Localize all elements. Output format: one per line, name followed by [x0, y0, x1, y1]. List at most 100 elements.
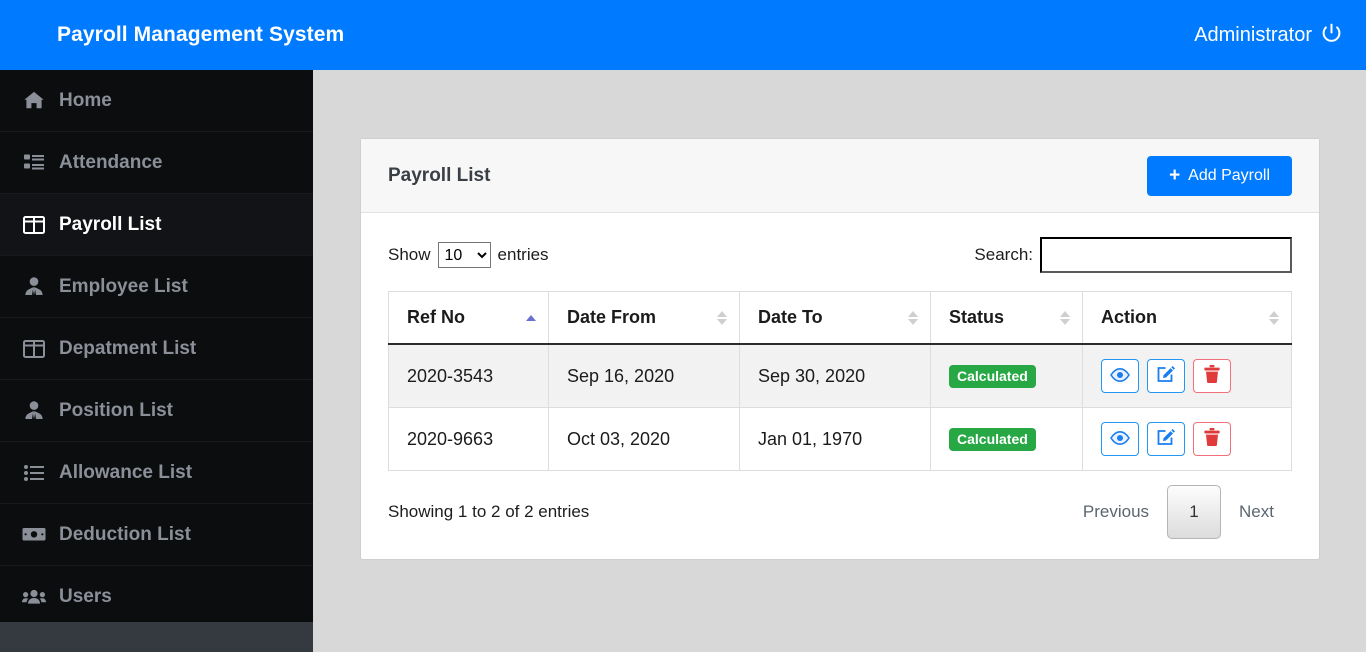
row-actions	[1101, 359, 1273, 393]
table-controls: Show 10 25 50 100 entries Search:	[388, 237, 1292, 273]
table-body: 2020-3543 Sep 16, 2020 Sep 30, 2020 Calc…	[388, 344, 1292, 471]
pagination: Previous 1 Next	[1065, 485, 1292, 539]
search-input[interactable]	[1040, 237, 1292, 273]
sidebar-item-deduction-list[interactable]: Deduction List	[0, 504, 313, 566]
column-header-date-from[interactable]: Date From	[548, 291, 740, 345]
trash-icon	[1204, 427, 1220, 451]
sidebar-item-label: Home	[59, 89, 112, 111]
app-brand-title: Payroll Management System	[57, 23, 345, 46]
table-header-row: Ref No Date From Date To Status Action	[388, 291, 1292, 345]
delete-button[interactable]	[1193, 359, 1231, 393]
cell-status: Calculated	[930, 344, 1083, 408]
payroll-table: Ref No Date From Date To Status Action 2…	[388, 291, 1292, 471]
power-icon[interactable]	[1321, 22, 1342, 49]
users-icon	[22, 586, 46, 608]
pagination-previous[interactable]: Previous	[1065, 502, 1167, 522]
column-label: Status	[949, 307, 1005, 327]
sort-indicator-action	[1269, 310, 1279, 325]
sort-indicator-status	[1060, 310, 1070, 325]
sort-desc-icon	[1269, 318, 1279, 325]
column-header-action[interactable]: Action	[1082, 291, 1292, 345]
column-label: Action	[1101, 307, 1157, 327]
main-content: Payroll List + Add Payroll Show 10 25 50…	[313, 70, 1366, 652]
sidebar-item-label: Users	[59, 585, 112, 607]
sidebar-item-label: Attendance	[59, 151, 163, 173]
delete-button[interactable]	[1193, 422, 1231, 456]
column-label: Date From	[567, 307, 657, 327]
sort-indicator-ref-no	[526, 314, 536, 321]
column-header-ref-no[interactable]: Ref No	[388, 291, 549, 345]
sort-asc-icon	[1269, 310, 1279, 317]
status-badge: Calculated	[949, 427, 1036, 451]
sidebar-item-label: Employee List	[59, 275, 188, 297]
sidebar-footer	[0, 622, 313, 652]
edit-icon	[1157, 427, 1176, 451]
page-title: Payroll List	[388, 164, 491, 186]
entries-info: Showing 1 to 2 of 2 entries	[388, 502, 590, 521]
cell-status: Calculated	[930, 407, 1083, 471]
cell-date-to: Sep 30, 2020	[739, 344, 931, 408]
top-navbar: Payroll Management System Administrator	[0, 0, 1366, 70]
table-row: 2020-3543 Sep 16, 2020 Sep 30, 2020 Calc…	[388, 344, 1292, 408]
view-button[interactable]	[1101, 422, 1139, 456]
add-payroll-button[interactable]: + Add Payroll	[1147, 155, 1292, 196]
sidebar-item-attendance[interactable]: Attendance	[0, 132, 313, 194]
sidebar-item-allowance-list[interactable]: Allowance List	[0, 442, 313, 504]
user-tie-icon	[22, 276, 46, 298]
sidebar-item-depatment-list[interactable]: Depatment List	[0, 318, 313, 380]
pagination-next[interactable]: Next	[1221, 502, 1292, 522]
column-header-status[interactable]: Status	[930, 291, 1083, 345]
cell-ref-no: 2020-3543	[388, 344, 549, 408]
user-tie-icon	[22, 400, 46, 422]
cell-action	[1082, 407, 1292, 471]
edit-button[interactable]	[1147, 359, 1185, 393]
sort-desc-icon	[908, 318, 918, 325]
sidebar-item-payroll-list[interactable]: Payroll List	[0, 194, 313, 256]
sidebar-item-label: Payroll List	[59, 213, 162, 235]
row-actions	[1101, 422, 1273, 456]
sort-asc-icon	[526, 314, 536, 321]
sidebar-item-position-list[interactable]: Position List	[0, 380, 313, 442]
money-bill-icon	[22, 524, 46, 546]
column-label: Date To	[758, 307, 823, 327]
sidebar-item-label: Allowance List	[59, 461, 193, 483]
columns-icon	[22, 338, 46, 360]
sidebar-item-home[interactable]: Home	[0, 70, 313, 132]
plus-icon: +	[1169, 165, 1181, 186]
sort-asc-icon	[1060, 310, 1070, 317]
card-body: Show 10 25 50 100 entries Search:	[361, 213, 1319, 559]
pagination-page-1[interactable]: 1	[1167, 485, 1222, 539]
search-label: Search:	[974, 245, 1033, 264]
search-control: Search:	[974, 237, 1292, 273]
edit-button[interactable]	[1147, 422, 1185, 456]
sidebar-item-employee-list[interactable]: Employee List	[0, 256, 313, 318]
edit-icon	[1157, 364, 1176, 388]
list-icon	[22, 152, 46, 174]
cell-ref-no: 2020-9663	[388, 407, 549, 471]
payroll-list-card: Payroll List + Add Payroll Show 10 25 50…	[360, 138, 1320, 560]
status-badge: Calculated	[949, 364, 1036, 388]
table-footer: Showing 1 to 2 of 2 entries Previous 1 N…	[388, 485, 1292, 539]
view-button[interactable]	[1101, 359, 1139, 393]
sort-desc-icon	[717, 318, 727, 325]
sidebar-item-label: Deduction List	[59, 523, 191, 545]
card-header: Payroll List + Add Payroll	[361, 139, 1319, 213]
table-head: Ref No Date From Date To Status Action	[388, 291, 1292, 345]
eye-icon	[1110, 366, 1130, 387]
page-length-select[interactable]: 10 25 50 100	[437, 242, 491, 268]
navbar-user-menu[interactable]: Administrator	[1194, 22, 1342, 49]
cell-date-to: Jan 01, 1970	[739, 407, 931, 471]
table-row: 2020-9663 Oct 03, 2020 Jan 01, 1970 Calc…	[388, 407, 1292, 471]
list-ul-icon	[22, 462, 46, 484]
home-icon	[22, 90, 46, 112]
add-payroll-label: Add Payroll	[1188, 166, 1270, 184]
column-header-date-to[interactable]: Date To	[739, 291, 931, 345]
sort-asc-icon	[717, 310, 727, 317]
sort-desc-icon	[1060, 318, 1070, 325]
column-label: Ref No	[407, 307, 465, 327]
sidebar: Home Attendance Payroll List Employee Li…	[0, 70, 313, 652]
sidebar-menu: Home Attendance Payroll List Employee Li…	[0, 70, 313, 628]
cell-action	[1082, 344, 1292, 408]
cell-date-from: Oct 03, 2020	[548, 407, 740, 471]
sidebar-item-users[interactable]: Users	[0, 566, 313, 628]
